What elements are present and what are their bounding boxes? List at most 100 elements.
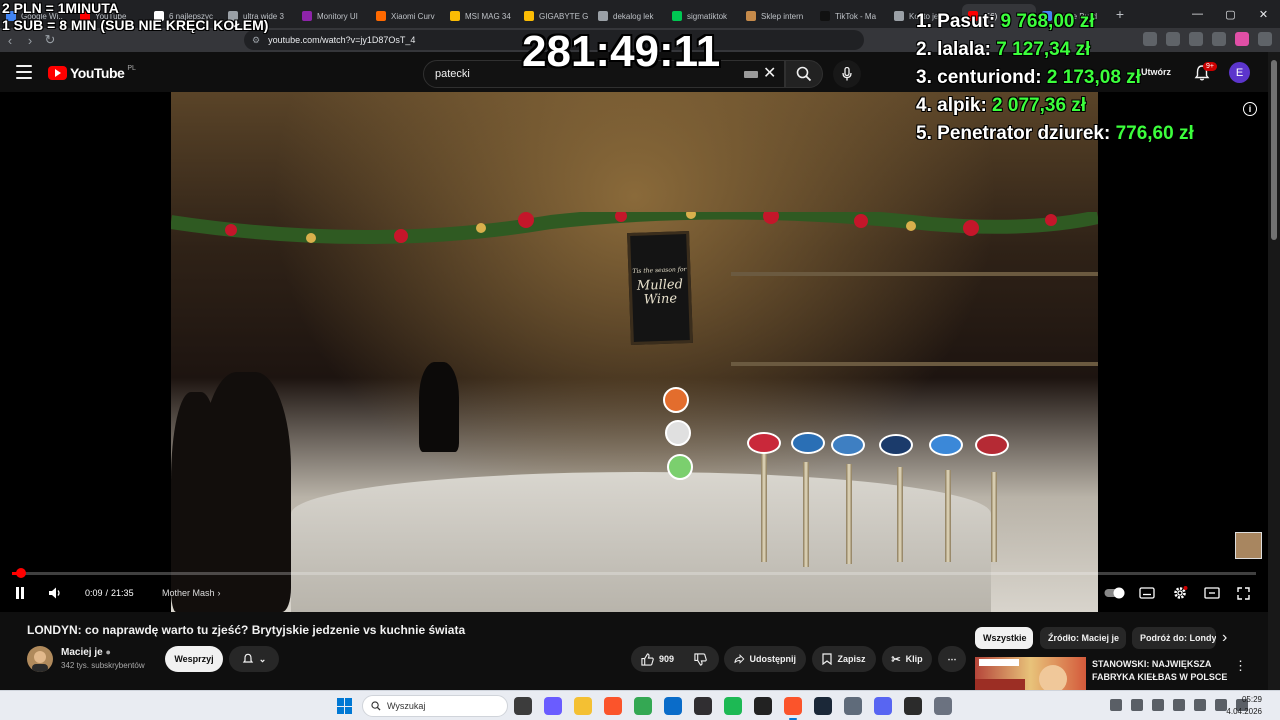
filter-chip[interactable]: Źródło: Maciej je — [1040, 627, 1126, 649]
support-button[interactable]: Wesprzyj — [165, 646, 223, 672]
browser-tab[interactable]: Xiaomi Curv — [370, 4, 444, 28]
clear-search-icon[interactable]: ✕ — [763, 63, 776, 83]
thumbs-up-icon — [641, 652, 654, 666]
tap-badge — [665, 420, 691, 446]
leaderboard-amount: 7 127,34 zł — [996, 39, 1091, 60]
browser-tab[interactable]: sigmatiktok — [666, 4, 740, 28]
recommended-video-title[interactable]: STANOWSKI: NAJWIĘKSZA FABRYKA KIEŁBAS W … — [1092, 658, 1232, 684]
reload-icon[interactable]: ↻ — [40, 32, 60, 48]
scrollbar-thumb[interactable] — [1271, 60, 1277, 240]
clock-time: 05:29 — [1241, 695, 1262, 704]
start-icon[interactable] — [337, 698, 353, 714]
miniplayer-button[interactable] — [1204, 583, 1220, 603]
browser-tab[interactable]: Sklep intern — [740, 4, 814, 28]
support-label: Wesprzyj — [174, 654, 214, 664]
browser-tab[interactable]: Monitory UI — [296, 4, 370, 28]
taskbar-chrome-icon[interactable] — [634, 697, 652, 715]
channel-avatar-face-icon — [32, 651, 48, 672]
video-player[interactable]: Tis the season for Mulled Wine i 0:09 / … — [0, 92, 1268, 612]
browser-tab[interactable]: MSI MAG 34 — [444, 4, 518, 28]
taskbar-store-icon[interactable] — [664, 697, 682, 715]
fullscreen-icon — [1237, 586, 1250, 600]
browser-tab[interactable]: GIGABYTE G — [518, 4, 592, 28]
autoplay-toggle[interactable] — [1104, 583, 1126, 603]
subtitles-icon — [1139, 587, 1155, 599]
tab-title: MSI MAG 34 — [465, 11, 511, 21]
keyboard-icon[interactable] — [744, 71, 758, 78]
taskbar-media-icon[interactable] — [754, 697, 772, 715]
taskbar-brave-active-icon[interactable] — [784, 697, 802, 720]
recommended-more-icon[interactable]: ⋮ — [1234, 658, 1247, 674]
shield-icon[interactable] — [1212, 32, 1226, 46]
leaderboard-rank: 3. — [916, 67, 932, 88]
dislike-button[interactable] — [686, 646, 714, 672]
volume-button[interactable] — [48, 583, 62, 603]
taskbar-discord-icon[interactable] — [874, 697, 892, 715]
browser-tab[interactable]: TikTok - Ma — [814, 4, 888, 28]
back-icon[interactable]: ‹ — [0, 33, 20, 48]
tab-favicon-icon — [524, 11, 534, 21]
taskbar-settings-icon[interactable] — [934, 697, 952, 715]
taskbar-app-dark-icon[interactable] — [904, 697, 922, 715]
taskbar-file-explorer-icon[interactable] — [574, 697, 592, 715]
play-pause-button[interactable] — [14, 583, 26, 603]
page-scrollbar[interactable] — [1268, 52, 1280, 690]
vpn-icon[interactable] — [1235, 32, 1249, 46]
notification-settings-button[interactable]: ⌄ — [229, 646, 279, 672]
more-actions-button[interactable]: ⋯ — [938, 646, 966, 672]
screen: Google Wi.. YouTube 6 najlepszyc ultra wide… — [0, 0, 1280, 720]
chips-next-arrow[interactable]: › — [1222, 629, 1227, 647]
menu-icon[interactable] — [1258, 32, 1272, 46]
forward-icon[interactable]: › — [20, 33, 40, 48]
subtitles-button[interactable] — [1139, 583, 1155, 603]
taskbar-obs-icon[interactable] — [694, 697, 712, 715]
tray-chevron-icon[interactable] — [1110, 699, 1122, 711]
taskbar-spotify-icon[interactable] — [724, 697, 742, 715]
beer-tap — [761, 452, 767, 562]
guide-menu-icon[interactable] — [16, 65, 32, 79]
clip-button[interactable]: ✂ Klip — [882, 646, 932, 672]
beer-tap — [945, 470, 951, 562]
scissors-icon: ✂ — [891, 653, 901, 666]
video-info-icon[interactable]: i — [1243, 102, 1257, 116]
channel-avatar[interactable] — [27, 646, 53, 672]
wifi-icon[interactable] — [1215, 699, 1227, 711]
share-button[interactable]: Udostępnij — [724, 646, 806, 672]
close-window-button[interactable]: ✕ — [1247, 0, 1280, 28]
maximize-button[interactable]: ▢ — [1214, 0, 1247, 28]
filter-chip[interactable]: Wszystkie — [975, 627, 1033, 649]
channel-name[interactable]: Maciej je ● — [61, 647, 111, 658]
youtube-logo[interactable]: YouTube PL — [48, 65, 136, 81]
taskbar-clock[interactable]: 05:29 4.04.2026 — [1226, 694, 1262, 718]
leaderboard-name: lalala: — [937, 39, 992, 60]
mic-tray-icon[interactable] — [1194, 699, 1206, 711]
site-info-icon[interactable]: ⚙ — [252, 35, 260, 46]
taskbar-search-input[interactable]: Wyszukaj — [362, 695, 508, 717]
save-button[interactable]: Zapisz — [812, 646, 876, 672]
browser-tab[interactable]: dekalog lek — [592, 4, 666, 28]
mulled-wine-sign: Tis the season for Mulled Wine — [627, 230, 693, 346]
filter-chip[interactable]: Podróż do: Londyn — [1132, 627, 1216, 649]
settings-button[interactable] — [1172, 583, 1188, 603]
taskbar-steam-icon[interactable] — [814, 697, 832, 715]
taskbar-task-view-icon[interactable] — [514, 697, 532, 715]
video-frame[interactable]: Tis the season for Mulled Wine — [171, 92, 1098, 612]
network-icon[interactable] — [1152, 699, 1164, 711]
taskbar-brave-icon[interactable] — [604, 697, 622, 715]
account-avatar[interactable]: E — [1229, 62, 1250, 83]
voice-search-button[interactable] — [833, 60, 861, 88]
scrubber-handle[interactable] — [15, 568, 26, 578]
gear-icon — [1174, 586, 1188, 599]
search-button[interactable] — [785, 60, 823, 88]
cloud-icon[interactable] — [1173, 699, 1185, 711]
taskbar-calculator-icon[interactable] — [844, 697, 862, 715]
taskbar-copilot-icon[interactable] — [544, 697, 562, 715]
fullscreen-button[interactable] — [1237, 583, 1250, 603]
tab-title: Xiaomi Curv — [391, 11, 435, 21]
channel-watermark[interactable] — [1235, 532, 1262, 559]
chapter-button[interactable]: Mother Mash › — [162, 583, 221, 603]
recommended-thumbnail[interactable] — [975, 657, 1086, 690]
bottle-shelf — [731, 272, 1098, 276]
video-progress-bar[interactable] — [12, 568, 1256, 578]
tray-app-icon[interactable] — [1131, 699, 1143, 711]
